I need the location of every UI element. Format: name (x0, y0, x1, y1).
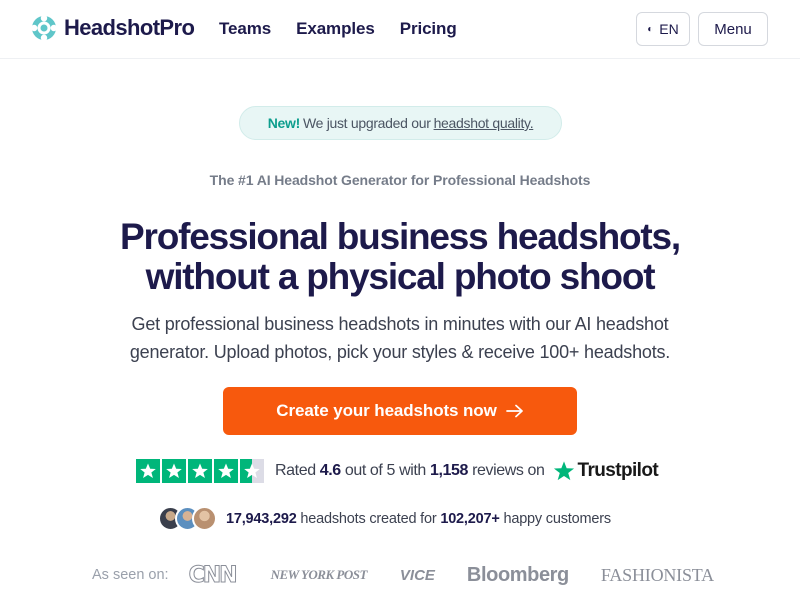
as-seen-on-label: As seen on: (92, 567, 169, 583)
customer-count: 102,207+ (440, 510, 500, 527)
bloomberg-logo: Bloomberg (466, 563, 569, 586)
press-logos: As seen on: CNN NEW YORK POST VICE Bloom… (92, 562, 714, 588)
headline-line-2: without a physical photo shoot (145, 256, 656, 297)
main-nav: Teams Examples Pricing (219, 19, 482, 39)
announcement-text: We just upgraded our (302, 115, 431, 131)
hero-subheadline: Get professional business headshots in m… (80, 310, 720, 366)
nav-link-pricing[interactable]: Pricing (400, 19, 457, 39)
trustpilot-logo[interactable]: Trustpilot (553, 460, 659, 482)
social-proof-text: 17,943,292 headshots created for 102,207… (226, 511, 611, 527)
social-proof: 17,943,292 headshots created for 102,207… (158, 506, 611, 531)
social-proof-mid: headshots created for (300, 510, 437, 527)
hero-tagline: The #1 AI Headshot Generator for Profess… (209, 172, 591, 188)
language-button[interactable]: ◐ EN (636, 12, 690, 46)
headshot-count: 17,943,292 (226, 510, 297, 527)
star-icon (188, 459, 212, 483)
globe-icon: ◐ (647, 23, 654, 35)
new-york-post-logo: NEW YORK POST (270, 567, 368, 582)
announcement-link[interactable]: headshot quality. (434, 115, 534, 131)
customer-avatars (158, 506, 217, 531)
rating-stars (136, 459, 266, 483)
language-label: EN (659, 21, 679, 37)
hero-headline: Professional business headshots, without… (0, 217, 800, 297)
star-icon (162, 459, 186, 483)
cnn-logo: CNN (188, 562, 238, 588)
brand-name: HeadshotPro (64, 15, 195, 40)
new-badge: New! (267, 115, 301, 131)
trustpilot-star-icon (553, 461, 574, 481)
menu-button[interactable]: Menu (698, 12, 768, 46)
review-count: 1,158 (429, 462, 469, 479)
rating-prefix: Rated (275, 462, 316, 479)
nav-link-teams[interactable]: Teams (219, 19, 271, 39)
announcement-pill[interactable]: New! We just upgraded our headshot quali… (239, 106, 562, 140)
rating-mid: out of 5 with (344, 462, 426, 479)
cta-label: Create your headshots now (276, 401, 497, 420)
rating-text: Rated 4.6 out of 5 with 1,158 reviews on (275, 462, 545, 480)
site-header: HeadshotPro Teams Examples Pricing ◐ EN … (0, 0, 800, 59)
social-proof-suffix: happy customers (503, 510, 611, 527)
headline-line-1: Professional business headshots, (120, 216, 681, 257)
half-star-icon (240, 459, 264, 483)
arrow-right-icon (505, 404, 523, 418)
fashionista-logo: FASHIONISTA (600, 564, 714, 585)
star-icon (136, 459, 160, 483)
vice-logo: VICE (399, 566, 435, 584)
subhead-line-2: generator. Upload photos, pick your styl… (129, 342, 671, 362)
rating-suffix: reviews on (472, 462, 545, 479)
create-headshots-button[interactable]: Create your headshots now (223, 387, 577, 435)
menu-label: Menu (714, 20, 752, 38)
logo-icon (31, 15, 57, 41)
avatar (192, 506, 217, 531)
subhead-line-1: Get professional business headshots in m… (131, 314, 669, 334)
nav-link-examples[interactable]: Examples (296, 19, 375, 39)
trustpilot-wordmark: Trustpilot (577, 460, 659, 481)
brand-logo[interactable]: HeadshotPro (31, 15, 195, 41)
star-icon (214, 459, 238, 483)
trustpilot-rating[interactable]: Rated 4.6 out of 5 with 1,158 reviews on… (136, 459, 659, 483)
rating-score: 4.6 (319, 462, 341, 479)
